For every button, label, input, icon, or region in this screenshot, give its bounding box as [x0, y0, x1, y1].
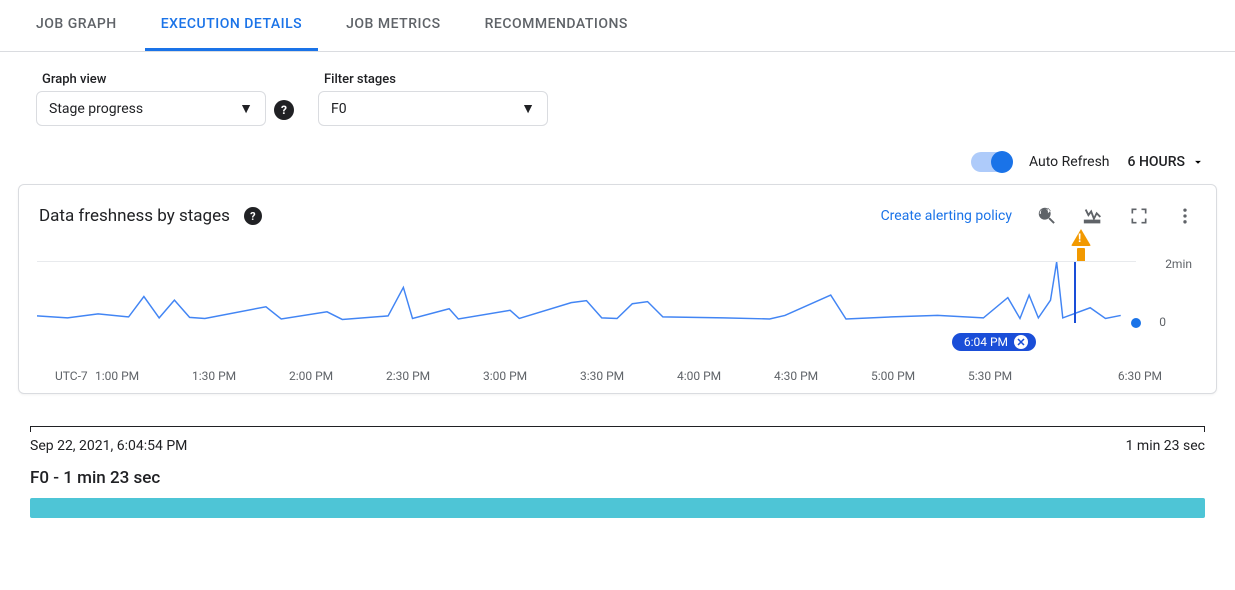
chevron-down-icon — [1191, 155, 1205, 169]
fullscreen-icon[interactable] — [1128, 205, 1150, 227]
more-icon[interactable] — [1174, 205, 1196, 227]
filter-stages-select[interactable]: F0 ▼ — [318, 91, 548, 126]
timezone-label: UTC-7 — [55, 369, 95, 383]
x-tick: 5:30 PM — [968, 369, 1012, 383]
stage-progress-bar[interactable] — [30, 498, 1205, 518]
caret-down-icon: ▼ — [521, 100, 535, 117]
filter-stages-group: Filter stages F0 ▼ — [318, 72, 548, 126]
chart-toolbar: Auto Refresh 6 HOURS — [0, 146, 1235, 184]
auto-refresh-toggle[interactable] — [971, 152, 1011, 172]
chart-area[interactable]: 2min 0 6:04 PM ✕ — [19, 245, 1216, 345]
graph-view-value: Stage progress — [49, 101, 143, 117]
tab-job-metrics[interactable]: JOB METRICS — [330, 0, 456, 51]
tab-job-graph[interactable]: JOB GRAPH — [20, 0, 133, 51]
legend-icon[interactable] — [1082, 205, 1104, 227]
x-tick: 1:30 PM — [192, 369, 236, 383]
x-tick: 1:00 PM — [95, 369, 139, 383]
controls-row: Graph view Stage progress ▼ ? Filter sta… — [0, 52, 1235, 146]
filter-stages-label: Filter stages — [318, 72, 548, 87]
toggle-knob — [991, 151, 1013, 173]
x-tick: 3:30 PM — [580, 369, 624, 383]
x-tick: 6:30 PM — [1118, 369, 1162, 383]
x-tick: 2:30 PM — [386, 369, 430, 383]
help-icon[interactable]: ? — [274, 100, 294, 120]
graph-view-label: Graph view — [36, 72, 266, 87]
x-tick: 5:00 PM — [871, 369, 915, 383]
x-axis: UTC-7 1:00 PM 1:30 PM 2:00 PM 2:30 PM 3:00 P… — [37, 343, 1234, 391]
tab-recommendations[interactable]: RECOMMENDATIONS — [469, 0, 644, 51]
tab-execution-details[interactable]: EXECUTION DETAILS — [145, 0, 318, 51]
ruler-timestamp: Sep 22, 2021, 6:04:54 PM — [30, 438, 187, 454]
series-end-dot — [1131, 318, 1141, 328]
time-range-select[interactable]: 6 HOURS — [1128, 154, 1205, 170]
warning-annotation[interactable] — [1071, 229, 1091, 262]
x-tick: 3:00 PM — [483, 369, 527, 383]
time-marker-line — [1074, 262, 1076, 323]
time-range-value: 6 HOURS — [1128, 154, 1185, 170]
time-ruler — [30, 426, 1205, 432]
warning-bar-icon — [1077, 248, 1085, 262]
stage-label: F0 - 1 min 23 sec — [30, 468, 1205, 488]
stage-progress-section: Sep 22, 2021, 6:04:54 PM 1 min 23 sec F0… — [0, 408, 1235, 536]
y-axis-max: 2min — [1165, 257, 1192, 271]
warning-icon — [1071, 229, 1091, 246]
help-icon[interactable]: ? — [244, 207, 262, 225]
freshness-card: Data freshness by stages ? Create alerti… — [18, 184, 1217, 394]
chart-plot: 6:04 PM ✕ — [37, 261, 1136, 323]
x-tick: 2:00 PM — [289, 369, 333, 383]
x-tick: 4:30 PM — [774, 369, 818, 383]
filter-stages-value: F0 — [331, 101, 347, 117]
x-tick: 4:00 PM — [677, 369, 721, 383]
create-alerting-policy-link[interactable]: Create alerting policy — [881, 208, 1012, 224]
card-header: Data freshness by stages ? Create alerti… — [19, 201, 1216, 235]
tabs-bar: JOB GRAPH EXECUTION DETAILS JOB METRICS … — [0, 0, 1235, 52]
y-axis-min: 0 — [1159, 315, 1166, 329]
auto-refresh-label: Auto Refresh — [1029, 154, 1110, 170]
ruler-duration: 1 min 23 sec — [1126, 438, 1205, 454]
card-title: Data freshness by stages — [39, 206, 230, 226]
graph-view-group: Graph view Stage progress ▼ ? — [36, 72, 294, 126]
caret-down-icon: ▼ — [239, 100, 253, 117]
reset-zoom-icon[interactable] — [1036, 205, 1058, 227]
graph-view-select[interactable]: Stage progress ▼ — [36, 91, 266, 126]
